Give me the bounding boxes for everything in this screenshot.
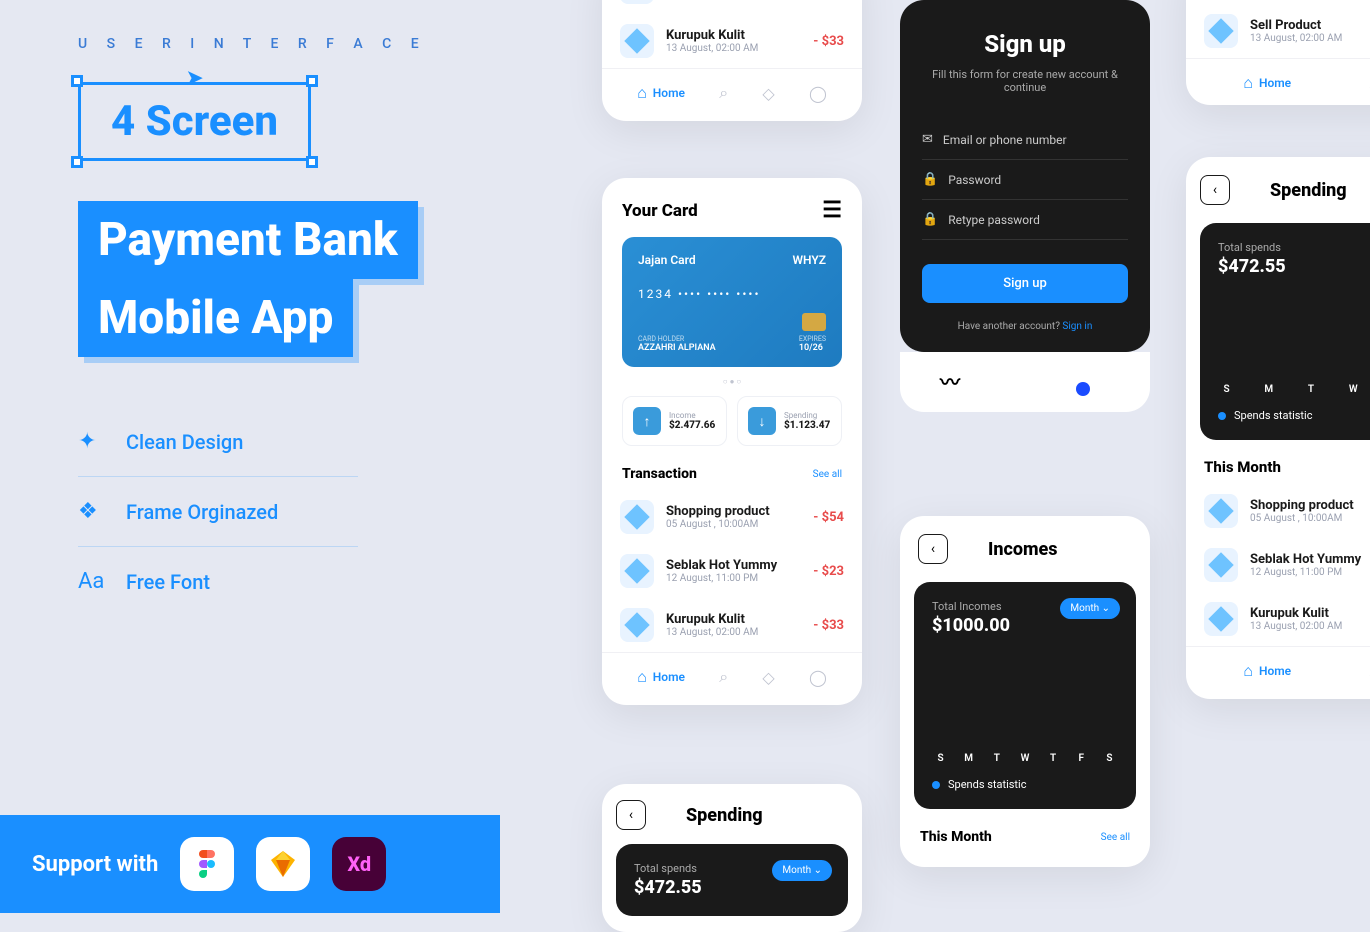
support-bar: Support with Xd [0,815,500,913]
down-arrow-icon: ↓ [748,407,776,435]
transaction-header: Transaction [622,466,697,482]
user-icon: ◯ [809,668,827,687]
see-all-link[interactable]: See all [1101,832,1130,843]
see-all-link[interactable]: See all [813,469,842,480]
nav-home[interactable]: ⌂Home [637,667,685,687]
month-dropdown[interactable]: Month ⌄ [772,860,832,881]
page-title: Incomes [988,539,1058,560]
sketch-icon [256,837,310,891]
bell-icon: ◇ [762,668,774,687]
home-icon: ⌂ [637,83,647,103]
phone-your-card: Your Card ☰ Jajan CardWHYZ 1234 •••• ••••… [602,178,862,705]
signup-button[interactable]: Sign up [922,264,1128,303]
feature-clean: ✦Clean Design [78,407,358,477]
tx-row[interactable]: Seblak Hot Yummy12 August, 11:00 PM- $23 [602,0,862,14]
deco-dot [1076,382,1090,396]
eyebrow-text: U S E R I N T E R F A C E [78,36,498,52]
tx-row[interactable]: Shopping product05 August , 10:00AM [1186,484,1370,538]
back-button[interactable]: ‹ [1200,175,1230,205]
bell-icon: ◇ [762,84,774,103]
email-field[interactable]: ✉Email or phone number [922,120,1128,160]
phone-spending: ‹Spending Total spends$472.55 S M T W T … [1186,157,1370,699]
home-icon: ⌂ [1243,661,1253,681]
nav-home[interactable]: ⌂Home [1243,73,1291,93]
figma-icon [180,837,234,891]
phone-incomes: ‹Incomes Total Incomes$1000.00 Month ⌄ S… [900,516,1150,867]
menu-icon[interactable]: ☰ [822,198,842,223]
feature-font: AaFree Font [78,547,358,616]
nav-notif[interactable]: ◇ [762,83,774,103]
nav-home[interactable]: ⌂Home [637,83,685,103]
this-month-header: This Month [1186,440,1370,484]
income-chart: S M T W T F S [932,654,1118,764]
nav-notif[interactable]: ◇ [762,667,774,687]
nav-search[interactable]: ⌕ [719,83,728,103]
nav-home[interactable]: ⌂Home [1243,661,1291,681]
cube-icon [620,0,654,4]
phone-transactions-top: Seblak Hot Yummy12 August, 11:00 PM- $23… [602,0,862,121]
sparkle-icon: ✦ [78,429,106,454]
pagination-dots[interactable]: ○ ● ○ [602,367,862,396]
credit-card[interactable]: Jajan CardWHYZ 1234 •••• •••• •••• CARD … [622,237,842,367]
tx-row[interactable]: Shopping product05 August , 10:00AM- $54 [602,490,862,544]
badge-frame: ➤ 4 Screen [78,82,311,161]
lock-icon: 🔒 [922,212,938,227]
home-icon: ⌂ [1243,73,1253,93]
tx-row[interactable]: Sell Product13 August, 02:00 AM [1186,4,1370,58]
search-icon: ⌕ [719,667,728,687]
back-button[interactable]: ‹ [616,800,646,830]
phone-signup: Sign up Fill this form for create new ac… [900,0,1150,418]
chip-icon [802,313,826,331]
page-title: Spending [1270,180,1347,201]
home-icon: ⌂ [637,667,647,687]
tx-row[interactable]: Kurupuk Kulit13 August, 02:00 AM- $33 [602,14,862,68]
title-line-2: Mobile App [78,279,353,357]
retype-password-field[interactable]: 🔒Retype password [922,200,1128,240]
phone-spending-peek: ‹Spending Total spends$472.55Month ⌄ [602,784,862,932]
card-title: Your Card [622,201,698,221]
nav-profile[interactable]: ◯ [809,83,827,103]
spending-stat[interactable]: ↓Spending$1.123.47 [737,396,842,446]
month-dropdown[interactable]: Month ⌄ [1060,598,1120,619]
tx-row[interactable]: Kurupuk Kulit13 August, 02:00 AM- $33 [602,598,862,652]
password-field[interactable]: 🔒Password [922,160,1128,200]
signin-link[interactable]: Sign in [1062,321,1092,332]
back-button[interactable]: ‹ [918,534,948,564]
income-stat[interactable]: ↑Income$2.477.66 [622,396,727,446]
feature-frame: ❖Frame Orginazed [78,477,358,547]
tx-row[interactable]: Kurupuk Kulit13 August, 02:00 AM [1186,592,1370,646]
tx-row[interactable]: Seblak Hot Yummy12 August, 11:00 PM- $23 [602,544,862,598]
signup-footer: Have another account? Sign in [922,321,1128,332]
signup-title: Sign up [922,30,1128,58]
this-month-header: This Month [920,829,992,845]
up-arrow-icon: ↑ [633,407,661,435]
font-icon: Aa [78,569,106,594]
search-icon: ⌕ [719,83,728,103]
phone-sell-top: 12 August, 11:00 PM Sell Product13 Augus… [1186,0,1370,105]
signup-subtitle: Fill this form for create new account & … [922,68,1128,94]
lock-icon: 🔒 [922,172,938,187]
user-icon: ◯ [809,84,827,103]
deco-wave: 〰 [940,366,960,395]
xd-icon: Xd [332,837,386,891]
page-title: Spending [686,805,763,826]
title-line-1: Payment Bank [78,201,418,279]
nav-search[interactable]: ⌕ [719,667,728,687]
nav-profile[interactable]: ◯ [809,667,827,687]
badge-text: 4 Screen [78,82,311,161]
layers-icon: ❖ [78,499,106,524]
cube-icon [620,24,654,58]
spending-chart: S M T W T [1218,295,1370,395]
mail-icon: ✉ [922,132,933,147]
tx-row[interactable]: Seblak Hot Yummy12 August, 11:00 PM [1186,538,1370,592]
